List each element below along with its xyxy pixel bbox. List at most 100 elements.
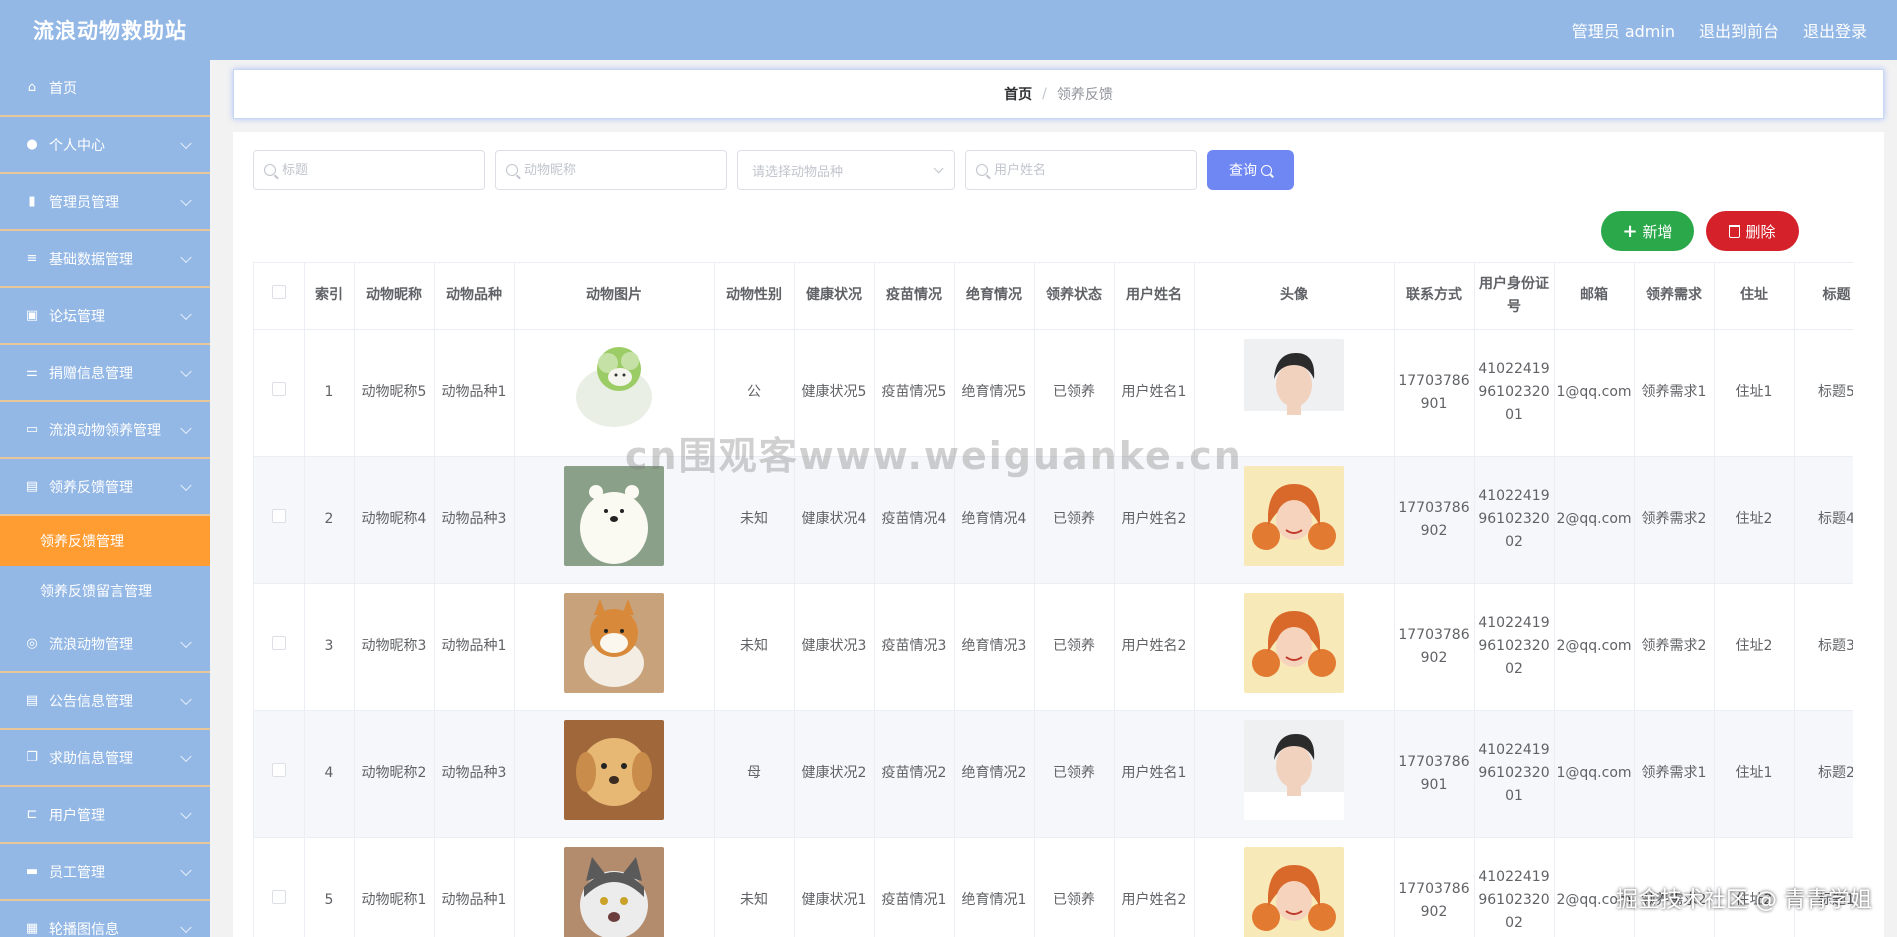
username-search-input[interactable] xyxy=(994,162,1174,178)
id-card-cell: 410224199610232002 xyxy=(1474,583,1555,711)
address-cell: 住址2 xyxy=(1714,837,1795,937)
sidebar-item[interactable]: ❐ 求助信息管理 xyxy=(0,730,210,787)
chevron-down-icon xyxy=(180,864,192,876)
sidebar-item[interactable]: ▬ 员工管理 xyxy=(0,844,210,901)
address-cell: 住址1 xyxy=(1714,329,1795,457)
exit-to-front-link[interactable]: 退出到前台 xyxy=(1699,18,1779,42)
animal-name-cell: 动物昵称3 xyxy=(354,583,435,711)
animal-name-cell: 动物昵称4 xyxy=(354,456,435,584)
avatar-cell xyxy=(1194,837,1395,937)
plus-icon: + xyxy=(1622,220,1638,242)
sidebar-item[interactable]: ⊏ 用户管理 xyxy=(0,787,210,844)
delete-button[interactable]: 删除 xyxy=(1706,211,1799,251)
breed-select[interactable]: 请选择动物品种 xyxy=(737,150,955,190)
query-button[interactable]: 查询 xyxy=(1207,150,1294,190)
user-name-cell: 用户姓名1 xyxy=(1114,329,1195,457)
breed-select-placeholder: 请选择动物品种 xyxy=(752,164,844,180)
list-icon: ≡ xyxy=(26,251,38,266)
table-row[interactable]: 2 动物昵称4 动物品种3 未知 健康状况4 疫苗情况4 绝育情况4 已领养 用户姓名2 1770… xyxy=(254,456,1853,584)
animal-name-cell: 动物昵称1 xyxy=(354,837,435,937)
sidebar-item[interactable]: ▤ 公告信息管理 xyxy=(0,673,210,730)
sidebar-item[interactable]: ● 个人中心 xyxy=(0,117,210,174)
column-header: 邮箱 xyxy=(1554,263,1635,330)
sidebar-item-label: 领养反馈管理 xyxy=(49,479,133,496)
phone-cell: 17703786902 xyxy=(1394,583,1475,711)
sidebar-subitem-label: 领养反馈留言管理 xyxy=(40,584,152,600)
column-header: 标题 xyxy=(1794,263,1853,330)
breadcrumb-home[interactable]: 首页 xyxy=(1004,84,1032,104)
sidebar-subitem[interactable]: 领养反馈管理 xyxy=(0,516,210,566)
sidebar-item-label: 基础数据管理 xyxy=(49,251,133,268)
row-checkbox[interactable] xyxy=(271,763,286,777)
address-cell: 住址1 xyxy=(1714,710,1795,838)
avatar-cell xyxy=(1194,710,1395,838)
animal-name-search-input[interactable] xyxy=(524,162,704,178)
sidebar-item[interactable]: ▮ 管理员管理 xyxy=(0,174,210,231)
sidebar-item[interactable]: ⚌ 捐赠信息管理 xyxy=(0,345,210,402)
add-button[interactable]: + 新增 xyxy=(1601,211,1694,251)
table-row[interactable]: 4 动物昵称2 动物品种3 母健康状况2 疫苗情况2 绝育情况2 已领养 用户姓名1 17703… xyxy=(254,710,1853,838)
logout-link[interactable]: 退出登录 xyxy=(1803,18,1867,42)
health-cell: 健康状况5 xyxy=(794,329,875,457)
animal-image xyxy=(564,465,664,566)
index-cell: 2 xyxy=(304,456,355,584)
table-header-row: 索引 动物昵称 动物品种 动物图片 动物性别 健康状况 疫苗情况 绝育情况 领养状态 用户姓名 头像… xyxy=(254,263,1853,330)
chevron-down-icon xyxy=(180,251,192,263)
sidebar-item[interactable]: ≡ 基础数据管理 xyxy=(0,231,210,288)
id-card-cell: 410224199610232002 xyxy=(1474,456,1555,584)
animal-name-search-field[interactable] xyxy=(495,150,727,190)
table-row[interactable]: 1 动物昵称5 动物品种1 公健康状况5 疫苗情况5 绝育情况5 已领养 用户姓名1 17703… xyxy=(254,329,1853,457)
sidebar-subitem[interactable]: 领养反馈留言管理 xyxy=(0,566,210,616)
column-header: 动物图片 xyxy=(514,263,715,330)
sidebar-item[interactable]: ▣ 论坛管理 xyxy=(0,288,210,345)
breed-cell: 动物品种1 xyxy=(434,329,515,457)
copy-icon: ❐ xyxy=(26,750,38,765)
animal-image xyxy=(564,719,664,820)
adopt-need-cell: 领养需求2 xyxy=(1634,837,1715,937)
username-search-field[interactable] xyxy=(965,150,1197,190)
column-header: 疫苗情况 xyxy=(874,263,955,330)
chevron-down-icon xyxy=(180,479,192,491)
content-card: 请选择动物品种 查询 + 新增 删除 xyxy=(233,132,1884,937)
column-header: 绝育情况 xyxy=(954,263,1035,330)
chevron-down-icon xyxy=(180,137,192,149)
sterile-cell: 绝育情况4 xyxy=(954,456,1035,584)
bar-chart-icon: ▮ xyxy=(28,194,36,209)
gender-cell: 母 xyxy=(714,710,795,838)
header-actions: 管理员 admin 退出到前台 退出登录 xyxy=(1572,18,1867,42)
briefcase-icon: ▣ xyxy=(25,308,39,323)
table-row[interactable]: 5 动物昵称1 动物品种1 未知 健康状况1 疫苗情况1 绝育情况1 已领养 用户姓名2 1770… xyxy=(254,837,1853,937)
sidebar-item[interactable]: ▦ 轮播图信息 xyxy=(0,901,210,937)
adopt-status-cell: 已领养 xyxy=(1034,583,1115,711)
sidebar-item-label: 管理员管理 xyxy=(49,194,119,211)
sidebar-item[interactable]: ◎ 流浪动物管理 xyxy=(0,616,210,673)
admin-user-link[interactable]: 管理员 admin xyxy=(1572,18,1675,42)
row-select-cell xyxy=(254,837,305,937)
sidebar-item[interactable]: ▭ 流浪动物领养管理 xyxy=(0,402,210,459)
sidebar-item[interactable]: ⌂ 首页 xyxy=(0,60,210,117)
row-checkbox[interactable] xyxy=(271,636,286,650)
sidebar-item[interactable]: ▤ 领养反馈管理 xyxy=(0,459,210,516)
breed-cell: 动物品种3 xyxy=(434,456,515,584)
row-checkbox[interactable] xyxy=(271,382,286,396)
health-cell: 健康状况4 xyxy=(794,456,875,584)
sidebar-item-label: 首页 xyxy=(49,80,77,97)
top-header: 流浪动物救助站 管理员 admin 退出到前台 退出登录 xyxy=(0,0,1897,60)
title-cell: 标题1 xyxy=(1794,837,1853,937)
table-row[interactable]: 3 动物昵称3 动物品种1 未知 健康状况3 疫苗情况3 绝育情况3 已领养 用户姓名2 1770… xyxy=(254,583,1853,711)
row-select-cell xyxy=(254,583,305,711)
row-checkbox[interactable] xyxy=(271,509,286,523)
chevron-down-icon xyxy=(180,422,192,434)
select-all-checkbox[interactable] xyxy=(271,285,286,300)
row-checkbox[interactable] xyxy=(271,890,286,904)
title-search-input[interactable] xyxy=(282,162,462,178)
id-card-cell: 410224199610232001 xyxy=(1474,710,1555,838)
avatar xyxy=(1244,592,1344,693)
chevron-down-icon xyxy=(180,308,192,320)
table-body: 1 动物昵称5 动物品种1 公健康状况5 疫苗情况5 绝育情况5 已领养 用户姓名1 17703… xyxy=(254,329,1853,937)
avatar-cell xyxy=(1194,583,1395,711)
title-search-field[interactable] xyxy=(253,150,485,190)
main-area: 首页 / 领养反馈 请选择动物品种 查询 xyxy=(210,60,1897,937)
image-icon: ▦ xyxy=(25,921,39,936)
title-cell: 标题4 xyxy=(1794,456,1853,584)
